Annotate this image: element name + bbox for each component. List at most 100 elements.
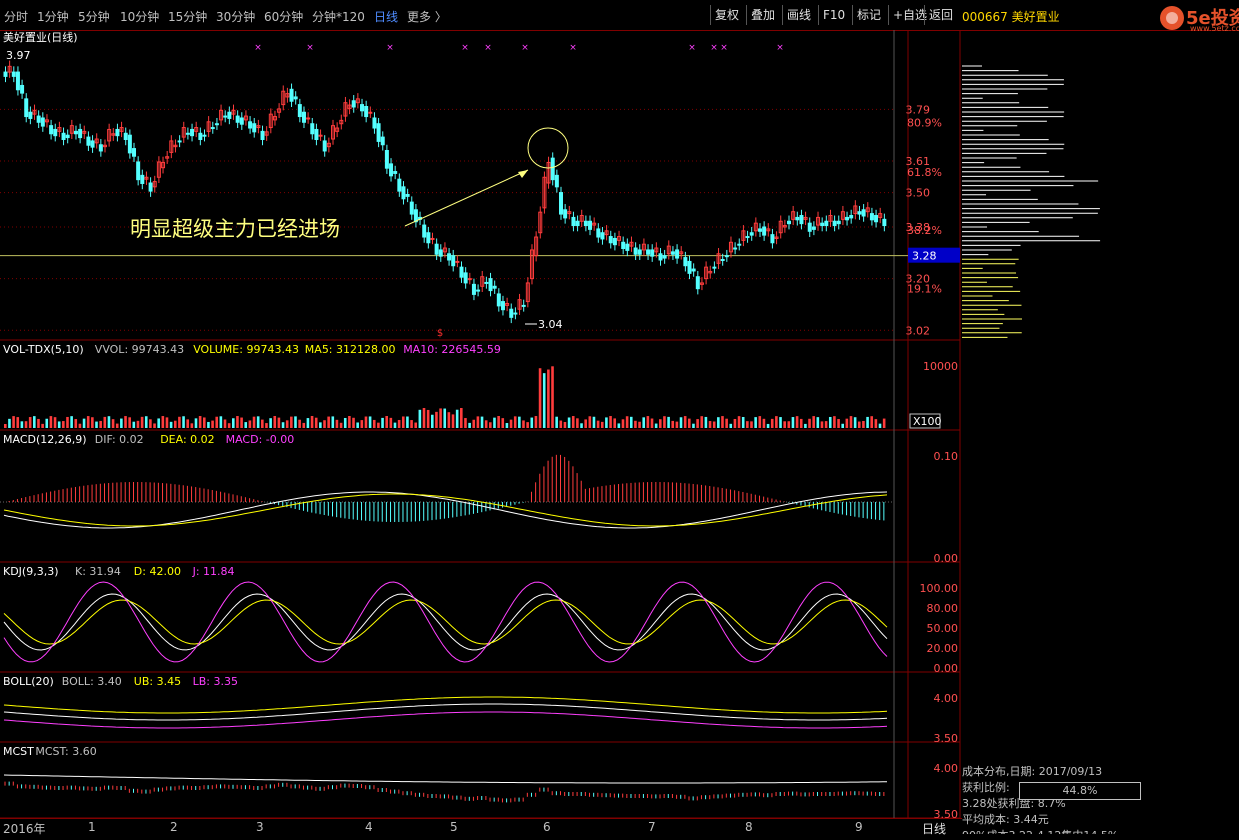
- volume-bar: [285, 420, 289, 428]
- indicator-axis-label: 80.00: [927, 602, 959, 615]
- brand-circle-icon: [1160, 6, 1184, 30]
- volume-bar: [480, 416, 484, 428]
- candle-body: [509, 308, 514, 318]
- cost-concentration: 90%成本3.22-4.12集中14.5%: [962, 828, 1239, 834]
- volume-bar: [136, 420, 140, 428]
- volume-bar: [356, 422, 359, 428]
- volume-bar: [144, 416, 148, 428]
- candle-body: [575, 220, 580, 227]
- volume-bar: [240, 417, 243, 428]
- volume-bar: [364, 416, 368, 428]
- price-axis-label: 3.02: [906, 324, 931, 337]
- candle-body: [148, 182, 153, 192]
- volume-bar: [16, 417, 20, 428]
- indicator-axis-label: 10000: [923, 360, 958, 373]
- toolbar-button-3[interactable]: F10: [818, 5, 849, 25]
- volume-bar: [779, 417, 782, 428]
- candle-body: [297, 104, 302, 118]
- candle-body: [15, 71, 20, 91]
- volume-bar: [878, 423, 882, 428]
- stock-chart[interactable]: 美好置业(日线)3.793.613.503.383.203.0280.9%61.…: [0, 30, 1239, 818]
- date-axis-label: 2016年: [3, 822, 46, 836]
- volume-bar: [542, 373, 546, 428]
- volume-bar: [99, 420, 102, 428]
- volume-bar: [339, 422, 343, 428]
- candle-body: [140, 174, 145, 184]
- candle-body: [372, 117, 377, 129]
- volume-bar: [219, 416, 223, 428]
- volume-bar: [360, 420, 364, 428]
- period-tab-4[interactable]: 15分钟: [168, 8, 207, 25]
- volume-bar: [613, 418, 616, 428]
- volume-bar: [12, 416, 15, 428]
- candle-body: [737, 243, 742, 246]
- volume-bar: [202, 417, 206, 428]
- volume-bar: [169, 421, 173, 428]
- toolbar-button-4[interactable]: 标记: [852, 5, 885, 25]
- volume-bar: [45, 418, 49, 428]
- period-tab-2[interactable]: 5分钟: [78, 8, 110, 25]
- candle-body: [306, 117, 311, 120]
- candle-body: [351, 100, 356, 108]
- volume-bar: [725, 418, 728, 428]
- indicator-legend-item: BOLL: 3.40: [62, 675, 122, 688]
- candle-body: [318, 134, 323, 137]
- volume-bar: [352, 417, 355, 428]
- volume-bar: [149, 419, 152, 428]
- toolbar-button-1[interactable]: 叠加: [746, 5, 779, 25]
- candle-body: [836, 220, 841, 225]
- candle-body: [360, 104, 365, 112]
- candle-body: [691, 268, 696, 272]
- volume-bar: [8, 418, 11, 428]
- volume-bar: [629, 416, 633, 428]
- period-tab-6[interactable]: 60分钟: [264, 8, 303, 25]
- candle-body: [3, 71, 8, 77]
- volume-bar: [265, 423, 268, 428]
- volume-bar: [128, 417, 131, 428]
- period-indicator[interactable]: 日线: [922, 820, 946, 837]
- candle-body: [380, 136, 385, 146]
- volume-bar: [74, 419, 78, 428]
- toolbar-button-0[interactable]: 复权: [710, 5, 743, 25]
- volume-bar: [273, 416, 277, 428]
- period-tab-5[interactable]: 30分钟: [216, 8, 255, 25]
- candle-body: [799, 215, 804, 225]
- date-axis-bar: 2016年 1 2 3 4 5 6 7 8 9 日线: [0, 818, 962, 840]
- candle-body: [459, 266, 464, 278]
- toolbar-button-6[interactable]: 返回: [924, 5, 957, 25]
- volume-bar: [252, 416, 256, 428]
- period-tab-0[interactable]: 分时: [4, 8, 28, 25]
- volume-bar: [634, 420, 637, 428]
- volume-bar: [526, 422, 529, 428]
- volume-bar: [551, 366, 554, 428]
- candle-body: [36, 115, 41, 123]
- period-tab-8[interactable]: 日线: [374, 8, 398, 25]
- period-tab-9[interactable]: 更多 〉: [407, 8, 447, 25]
- period-tab-1[interactable]: 1分钟: [37, 8, 69, 25]
- period-tab-7[interactable]: 分钟*120: [312, 8, 365, 25]
- volume-bar: [207, 421, 210, 428]
- candle-body: [650, 249, 655, 257]
- candle-body: [476, 289, 481, 292]
- candle-body: [11, 71, 16, 77]
- candle-body: [260, 130, 265, 140]
- candle-body: [612, 237, 617, 246]
- volume-bar: [111, 419, 115, 428]
- volume-bar: [294, 416, 297, 428]
- volume-bar: [447, 412, 451, 428]
- candle-body: [646, 249, 651, 255]
- volume-bar: [460, 408, 463, 428]
- price-axis-label: 3.79: [906, 103, 931, 116]
- candle-body: [252, 123, 257, 133]
- toolbar-button-2[interactable]: 画线: [782, 5, 815, 25]
- volume-bar: [750, 421, 753, 428]
- event-marker: ×: [461, 43, 469, 53]
- volume-bar: [592, 416, 596, 428]
- candle-body: [563, 209, 568, 219]
- volume-bar: [696, 419, 699, 428]
- candle-body: [190, 128, 195, 137]
- volume-bar: [816, 417, 820, 428]
- volume-bar: [161, 416, 165, 428]
- candle-body: [65, 134, 70, 139]
- period-tab-3[interactable]: 10分钟: [120, 8, 159, 25]
